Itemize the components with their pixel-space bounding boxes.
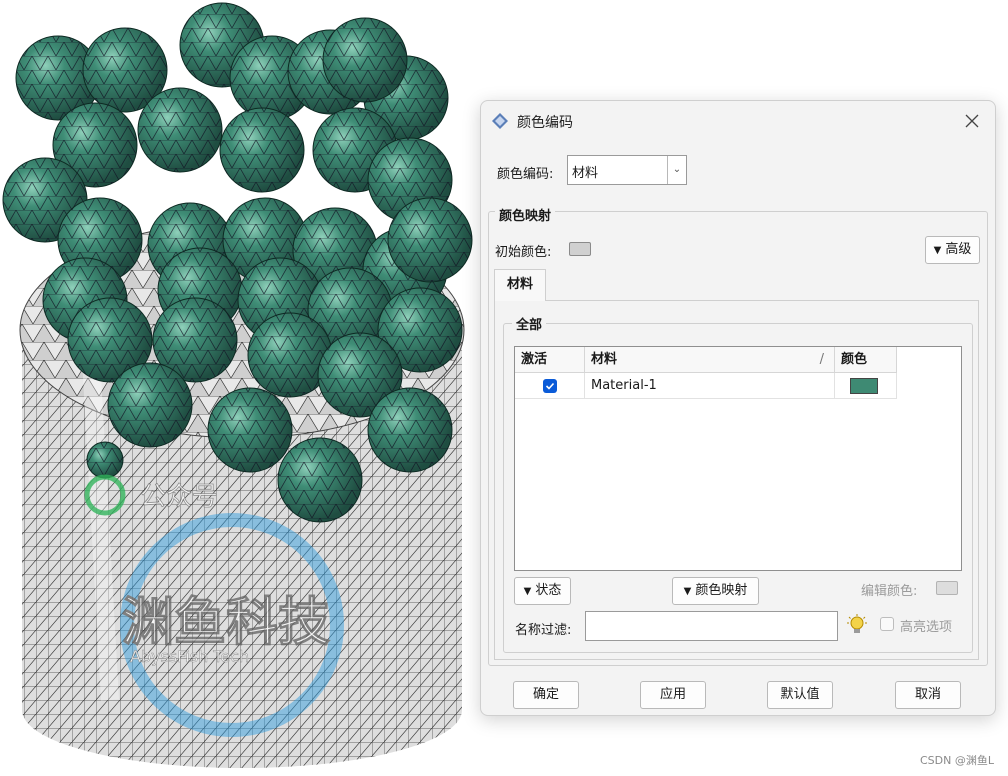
model-viewport: 公众号 渊鱼科技 AbyssFish Tech [2,2,473,768]
tab-material[interactable]: 材料 [494,269,546,301]
table-row-color-cell[interactable] [835,373,897,399]
ok-button[interactable]: 确定 [513,681,579,709]
edit-color-swatch[interactable] [936,581,958,595]
sphere-mesh [368,388,452,472]
material-table: 激活 材料 / 颜色 Material-1 [514,346,962,571]
watermark-wechat: 公众号 [140,482,218,512]
triangle-down-icon: ▼ [933,245,942,256]
sphere-mesh [108,363,192,447]
color-map-button-label: 颜色映射 [695,583,748,598]
name-filter-input[interactable] [585,611,838,641]
advanced-button-label: 高级 [945,242,972,257]
default-button[interactable]: 默认值 [767,681,833,709]
initial-color-label: 初始颜色: [495,245,552,260]
sphere-mesh [220,108,304,192]
edit-color-label: 编辑颜色: [861,584,918,599]
header-color[interactable]: 颜色 [835,347,897,373]
initial-color-swatch[interactable] [569,242,591,256]
status-button-label: 状态 [535,583,562,598]
dialog-titlebar[interactable]: 颜色编码 [481,101,995,141]
sphere-mesh [388,198,472,282]
lightbulb-icon[interactable] [847,614,867,636]
color-map-button[interactable]: ▼ 颜色映射 [672,577,759,605]
color-code-select[interactable]: 材料 ⌄ [567,155,687,185]
highlight-label: 高亮选项 [900,620,953,635]
app-diamond-icon [492,113,508,129]
tab-material-label: 材料 [506,277,533,292]
sphere-mesh [208,388,292,472]
dialog-title: 颜色编码 [517,115,573,131]
check-icon [545,382,555,390]
triangle-down-icon: ▼ [683,586,692,597]
name-filter-label: 名称过滤: [515,623,572,638]
active-checkbox[interactable] [543,379,557,393]
apply-button[interactable]: 应用 [640,681,706,709]
material-color-swatch[interactable] [850,378,878,394]
watermark-brand-cn: 渊鱼科技 [122,593,330,653]
table-row-material-cell[interactable]: Material-1 [585,373,835,399]
close-icon[interactable] [963,112,981,130]
highlight-checkbox[interactable] [880,617,894,631]
advanced-button[interactable]: ▼ 高级 [925,236,980,264]
color-map-group-title: 颜色映射 [495,205,556,224]
watermark-brand-en: AbyssFish Tech [130,647,249,666]
cancel-button[interactable]: 取消 [895,681,961,709]
triangle-down-icon: ▼ [523,586,532,597]
sort-indicator: / [819,352,824,367]
status-button[interactable]: ▼ 状态 [514,577,571,605]
header-material[interactable]: 材料 / [585,347,835,373]
sphere-mesh [278,438,362,522]
all-group-title: 全部 [512,314,547,333]
color-code-dialog: 颜色编码 颜色编码: 材料 ⌄ 颜色映射 初始颜色: ▼ 高级 材料 全部 激活 … [480,100,996,716]
header-active[interactable]: 激活 [515,347,585,373]
color-code-label: 颜色编码: [497,167,554,182]
sphere-mesh [87,442,123,478]
chevron-down-icon[interactable]: ⌄ [667,156,686,184]
footer-credit: CSDN @渊鱼L [920,754,994,767]
header-material-label: 材料 [591,352,618,367]
sphere-mesh [323,18,407,102]
sphere-mesh [138,88,222,172]
color-code-value: 材料 [572,166,599,181]
table-row-active-cell [515,373,585,399]
